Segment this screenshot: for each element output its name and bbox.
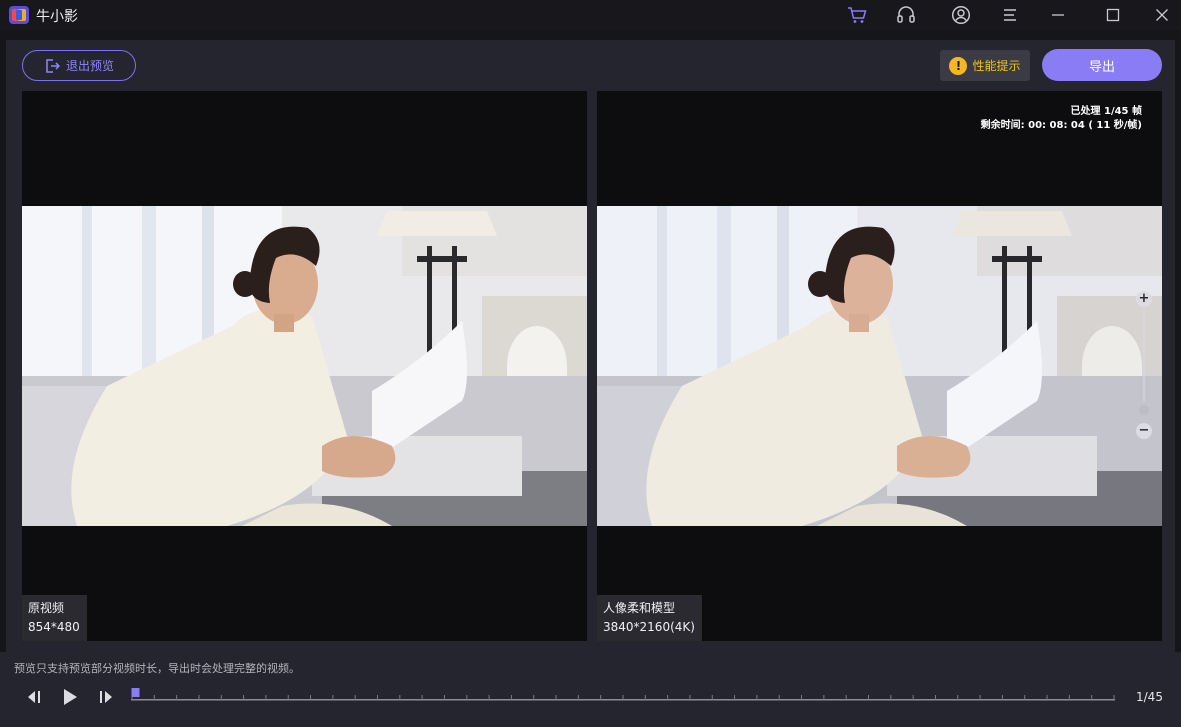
zoom-out-button[interactable]: −: [1136, 423, 1152, 439]
zoom-slider-track[interactable]: [1143, 310, 1145, 402]
performance-tip-button[interactable]: ! 性能提示: [940, 50, 1030, 81]
timeline-tick: [176, 695, 178, 700]
processing-progress: 已处理 1/45 帧 剩余时间: 00: 08: 04 ( 11 秒/帧): [981, 105, 1142, 133]
timeline-tick: [310, 695, 312, 700]
timeline-tick: [399, 695, 401, 700]
timeline-tick: [667, 695, 669, 700]
timeline-tick: [644, 695, 646, 700]
processed-frames-text: 已处理 1/45 帧: [1070, 106, 1143, 117]
timeline-tick: [1001, 695, 1003, 700]
timeline-tick: [533, 695, 535, 700]
app-title: 牛小影: [36, 9, 78, 25]
timeline-tick: [466, 695, 468, 700]
account-icon[interactable]: [950, 4, 972, 26]
preview-workspace: 退出预览 ! 性能提示 导出 原视频 854*480 已处理 1/45 帧 剩余…: [6, 40, 1175, 652]
zoom-control: + −: [1136, 250, 1154, 439]
previous-frame-button[interactable]: [23, 686, 45, 708]
timeline-tick: [555, 695, 557, 700]
timeline-tick: [912, 695, 914, 700]
timeline-tick: [890, 695, 892, 700]
app-logo-icon: [9, 6, 29, 24]
exit-preview-button[interactable]: 退出预览: [22, 50, 136, 81]
maximize-icon[interactable]: [1102, 4, 1124, 26]
previous-frame-icon: [28, 691, 40, 703]
timeline-tick: [734, 695, 736, 700]
export-label: 导出: [1088, 59, 1115, 75]
timeline-playhead[interactable]: [131, 688, 140, 697]
original-video-label: 原视频 854*480: [22, 595, 87, 641]
timeline-tick: [287, 695, 289, 700]
timeline-tick: [443, 695, 445, 700]
remaining-time-text: 剩余时间: 00: 08: 04 ( 11 秒/帧): [980, 120, 1142, 131]
timeline-tick: [377, 695, 378, 700]
timeline-tick: [711, 695, 713, 700]
original-video-title: 原视频: [28, 601, 65, 615]
exit-preview-label: 退出预览: [65, 59, 114, 73]
timeline-tick: [823, 695, 825, 700]
next-frame-icon: [100, 691, 112, 703]
cart-icon[interactable]: [846, 4, 868, 26]
timeline-tick: [1024, 695, 1026, 700]
zoom-slider-handle[interactable]: [1139, 405, 1149, 415]
timeline-tick: [778, 695, 780, 700]
frame-counter: 1/45: [1136, 690, 1163, 704]
title-bar: 牛小影: [0, 0, 1181, 30]
timeline-tick: [354, 695, 356, 700]
processed-video-panel: 已处理 1/45 帧 剩余时间: 00: 08: 04 ( 11 秒/帧) 人像…: [597, 91, 1162, 641]
close-icon[interactable]: [1151, 4, 1173, 26]
timeline-tick: [243, 695, 245, 700]
timeline-tick: [934, 695, 936, 700]
original-video-resolution: 854*480: [28, 620, 80, 634]
timeline-tick: [756, 695, 758, 700]
timeline-tick: [1113, 695, 1115, 700]
preview-hint-text: 预览只支持预览部分视频时长，导出时会处理完整的视频。: [14, 662, 300, 675]
timeline-tick: [957, 695, 959, 700]
performance-tip-label: 性能提示: [972, 59, 1021, 73]
timeline-tick: [801, 695, 803, 700]
timeline-tick: [265, 695, 267, 700]
frame-timeline[interactable]: [131, 688, 1115, 702]
next-frame-button[interactable]: [95, 686, 117, 708]
timeline-tick: [332, 695, 334, 700]
zoom-in-button[interactable]: +: [1136, 291, 1152, 307]
processed-video-title: 人像柔和模型: [603, 601, 676, 615]
timeline-tick: [1068, 695, 1070, 700]
timeline-tick: [979, 695, 981, 700]
timeline-tick: [600, 695, 602, 700]
timeline-tick: [220, 695, 222, 700]
timeline-tick: [577, 695, 579, 700]
menu-icon[interactable]: [999, 4, 1021, 26]
processed-video-resolution: 3840*2160(4K): [603, 620, 695, 634]
original-video-frame: [22, 206, 587, 526]
timeline-tick: [622, 695, 624, 700]
timeline-tick: [689, 695, 691, 700]
play-button[interactable]: [59, 686, 81, 708]
headset-icon[interactable]: [895, 4, 917, 26]
timeline-tick: [845, 695, 847, 700]
timeline-tick: [868, 695, 869, 700]
original-video-panel: 原视频 854*480: [22, 91, 587, 641]
timeline-tick: [421, 695, 423, 700]
timeline-tick: [488, 695, 490, 700]
playback-bar: 预览只支持预览部分视频时长，导出时会处理完整的视频。 1/45: [0, 652, 1181, 727]
play-icon: [64, 689, 77, 705]
minimize-icon[interactable]: [1047, 4, 1069, 26]
processed-video-label: 人像柔和模型 3840*2160(4K): [597, 595, 702, 641]
timeline-tick: [1091, 695, 1093, 700]
export-button[interactable]: 导出: [1042, 49, 1162, 81]
timeline-tick: [510, 695, 512, 700]
timeline-tick: [153, 695, 155, 700]
processed-video-frame: [597, 206, 1162, 526]
exit-icon: [46, 58, 60, 73]
timeline-tick: [1046, 695, 1048, 700]
warning-icon: !: [949, 56, 968, 75]
timeline-tick: [198, 695, 200, 700]
